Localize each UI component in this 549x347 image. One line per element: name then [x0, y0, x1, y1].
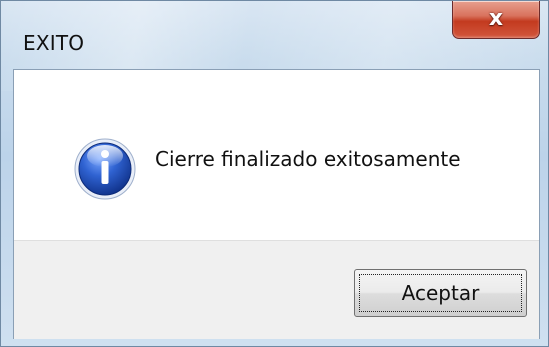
- dialog-content: Cierre finalizado exitosamente Aceptar: [13, 69, 540, 339]
- dialog-window: EXITO x Cierre finalizado exitosamente A…: [0, 0, 549, 347]
- title-bar[interactable]: EXITO x: [1, 1, 548, 67]
- close-button[interactable]: x: [452, 1, 540, 39]
- ok-button[interactable]: Aceptar: [354, 269, 527, 317]
- dialog-message: Cierre finalizado exitosamente: [155, 147, 461, 171]
- window-title: EXITO: [23, 31, 85, 55]
- info-icon: [74, 138, 136, 200]
- close-icon: x: [488, 6, 504, 31]
- ok-button-label: Aceptar: [359, 274, 522, 312]
